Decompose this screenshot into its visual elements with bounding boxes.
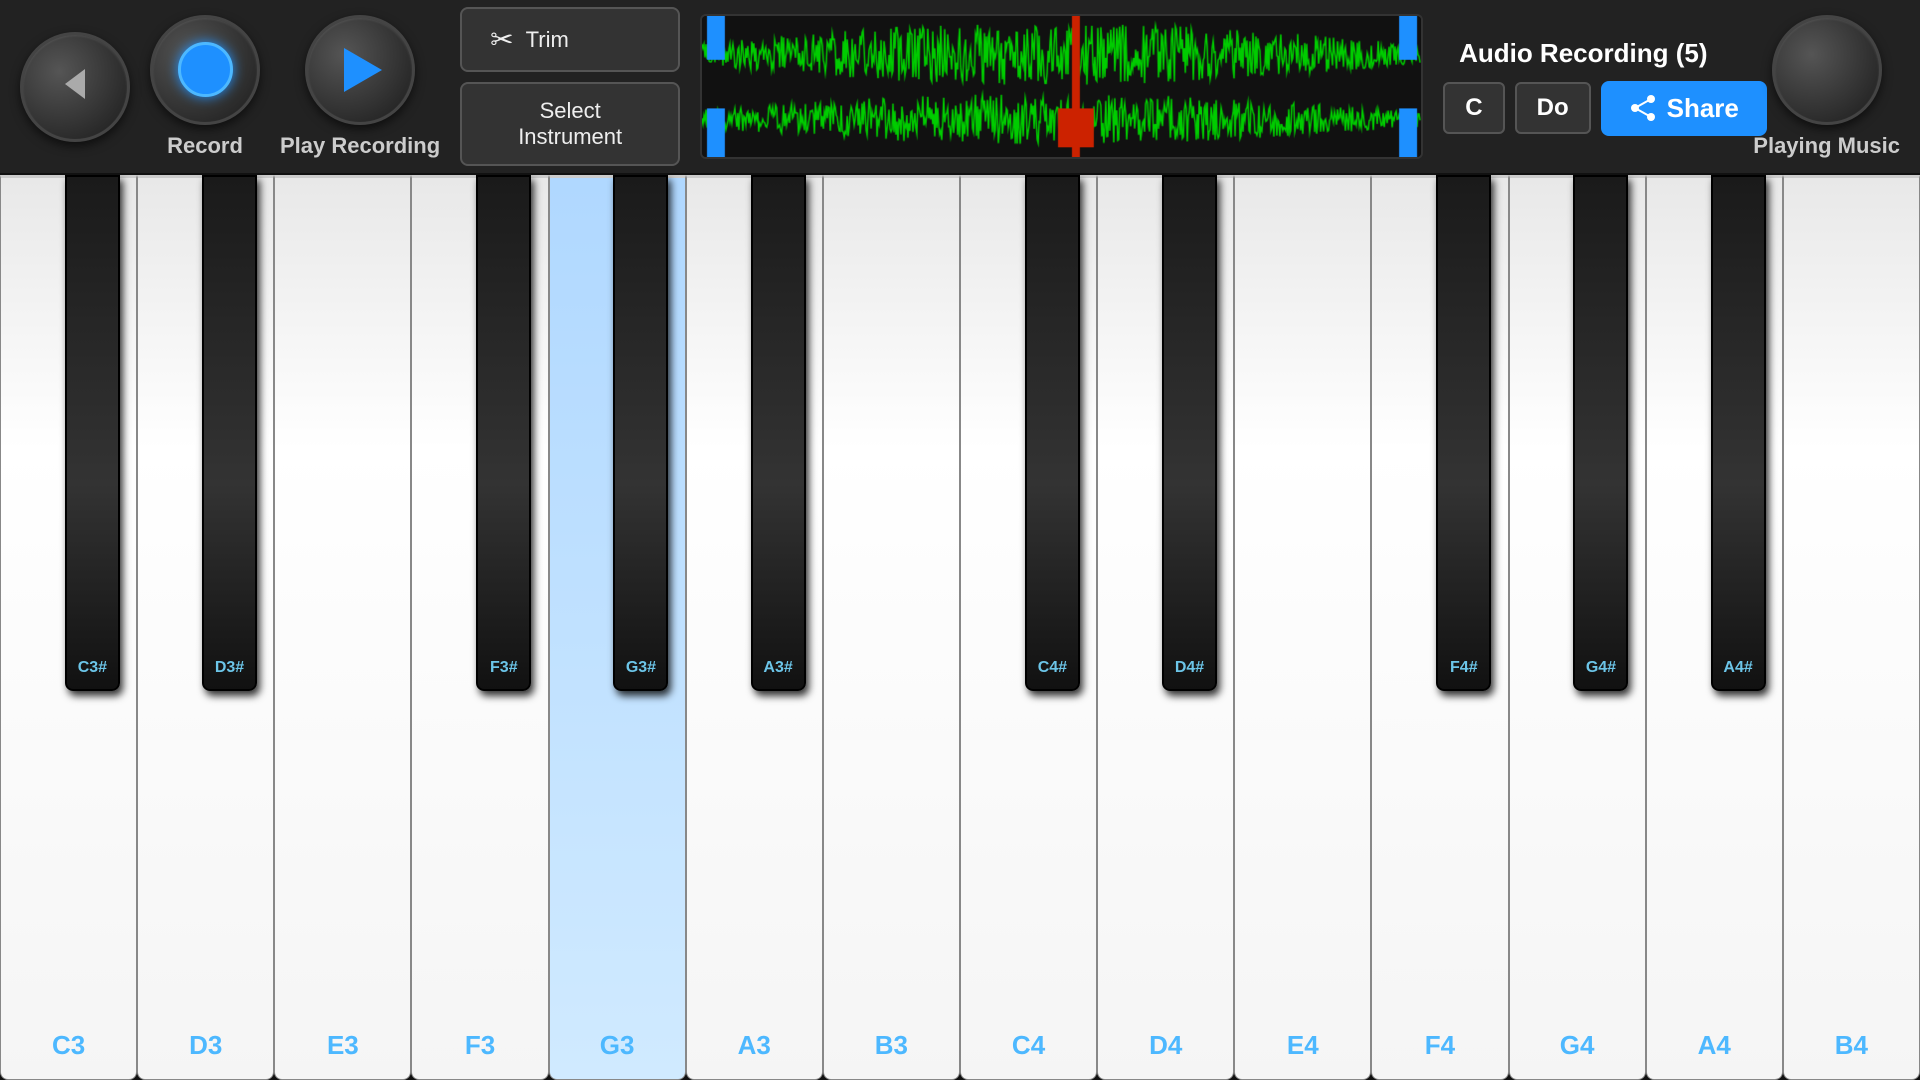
right-panel: Audio Recording (5) C Do Share <box>1443 38 1723 136</box>
black-key-c4sharp[interactable]: C4# <box>1025 175 1080 691</box>
play-recording-button-group: Play Recording <box>280 15 440 159</box>
scissors-icon: ✂ <box>490 23 513 56</box>
playing-music-button-group: Playing Music <box>1753 15 1900 159</box>
white-key-label-b3: B3 <box>875 1030 908 1061</box>
white-key-label-g3: G3 <box>600 1030 635 1061</box>
record-indicator-icon <box>178 42 233 97</box>
white-key-label-a3: A3 <box>738 1030 771 1061</box>
white-key-b4[interactable]: B4 <box>1783 175 1920 1080</box>
black-key-label-d3sharp: D3# <box>215 659 244 677</box>
piano-keys: C3 D3 E3 F3 G3 A3 B3 C4 D4 E4 F4 G4 A4 B4 C3# D3# F3# G3#… <box>0 175 1920 1080</box>
black-key-a4sharp[interactable]: A4# <box>1711 175 1766 691</box>
share-button[interactable]: Share <box>1601 81 1767 136</box>
black-key-f4sharp[interactable]: F4# <box>1436 175 1491 691</box>
trim-label: Trim <box>526 27 569 53</box>
playing-music-label: Playing Music <box>1753 133 1900 159</box>
white-key-b3[interactable]: B3 <box>823 175 960 1080</box>
black-key-d4sharp[interactable]: D4# <box>1162 175 1217 691</box>
select-instrument-button[interactable]: Select Instrument <box>460 82 680 166</box>
white-key-label-e4: E4 <box>1287 1030 1319 1061</box>
white-key-label-f4: F4 <box>1425 1030 1455 1061</box>
black-key-g3sharp[interactable]: G3# <box>613 175 668 691</box>
play-recording-button[interactable] <box>305 15 415 125</box>
audio-recording-title: Audio Recording (5) <box>1443 38 1723 69</box>
share-label: Share <box>1667 93 1739 124</box>
waveform-container[interactable] <box>700 14 1423 159</box>
white-key-label-d4: D4 <box>1149 1030 1182 1061</box>
note-do-button[interactable]: Do <box>1515 82 1591 134</box>
select-instrument-label: Select Instrument <box>490 98 650 150</box>
share-icon <box>1629 94 1657 122</box>
black-key-g4sharp[interactable]: G4# <box>1573 175 1628 691</box>
top-bar: Record Play Recording ✂ Trim Select Inst… <box>0 0 1920 175</box>
white-key-label-d3: D3 <box>189 1030 222 1061</box>
black-key-c3sharp[interactable]: C3# <box>65 175 120 691</box>
back-button[interactable] <box>20 32 130 142</box>
black-key-label-a4sharp: A4# <box>1723 659 1752 677</box>
white-key-label-g4: G4 <box>1560 1030 1595 1061</box>
black-key-label-g3sharp: G3# <box>626 659 656 677</box>
black-key-label-d4sharp: D4# <box>1175 659 1204 677</box>
trim-button[interactable]: ✂ Trim <box>460 7 680 72</box>
back-button-group <box>20 32 130 142</box>
black-key-f3sharp[interactable]: F3# <box>476 175 531 691</box>
note-c-button[interactable]: C <box>1443 82 1504 134</box>
black-key-label-c4sharp: C4# <box>1038 659 1067 677</box>
white-key-e3[interactable]: E3 <box>274 175 411 1080</box>
piano-section: C3 D3 E3 F3 G3 A3 B3 C4 D4 E4 F4 G4 A4 B4 C3# D3# F3# G3#… <box>0 175 1920 1080</box>
record-button[interactable] <box>150 15 260 125</box>
black-key-label-c3sharp: C3# <box>78 659 107 677</box>
white-key-label-a4: A4 <box>1698 1030 1731 1061</box>
waveform-canvas <box>702 16 1421 157</box>
black-key-label-g4sharp: G4# <box>1586 659 1616 677</box>
play-recording-label: Play Recording <box>280 133 440 159</box>
white-key-label-c4: C4 <box>1012 1030 1045 1061</box>
playing-music-button[interactable] <box>1772 15 1882 125</box>
white-key-label-b4: B4 <box>1835 1030 1868 1061</box>
back-arrow-icon <box>55 64 95 109</box>
action-buttons: ✂ Trim Select Instrument <box>460 7 680 166</box>
black-key-d3sharp[interactable]: D3# <box>202 175 257 691</box>
record-label: Record <box>167 133 243 159</box>
bottom-controls: C Do Share <box>1443 81 1723 136</box>
white-key-label-f3: F3 <box>465 1030 495 1061</box>
black-key-label-f3sharp: F3# <box>490 659 518 677</box>
black-key-label-f4sharp: F4# <box>1450 659 1478 677</box>
white-key-label-c3: C3 <box>52 1030 85 1061</box>
white-key-e4[interactable]: E4 <box>1234 175 1371 1080</box>
white-key-label-e3: E3 <box>327 1030 359 1061</box>
record-button-group: Record <box>150 15 260 159</box>
black-key-label-a3sharp: A3# <box>763 659 792 677</box>
play-icon <box>344 48 382 92</box>
black-key-a3sharp[interactable]: A3# <box>751 175 806 691</box>
